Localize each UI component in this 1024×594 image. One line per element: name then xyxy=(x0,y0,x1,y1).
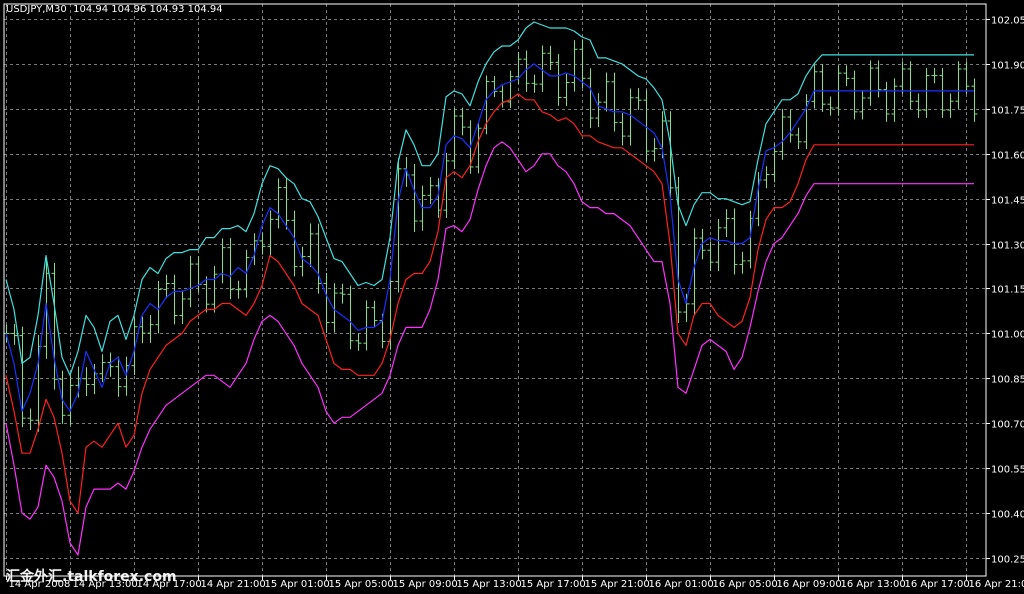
x-tick-label: 16 Apr 21:00 xyxy=(969,579,1024,590)
y-tick-label: 101.45 xyxy=(991,196,1024,207)
x-tick-label: 16 Apr 05:00 xyxy=(713,579,778,590)
x-tick-label: 15 Apr 01:00 xyxy=(265,579,330,590)
x-tick-label: 16 Apr 01:00 xyxy=(649,579,714,590)
y-tick-label: 100.55 xyxy=(991,465,1024,476)
symbol-label: USDJPY,M30 xyxy=(6,4,67,15)
x-tick-label: 16 Apr 09:00 xyxy=(777,579,842,590)
y-tick-label: 100.40 xyxy=(991,510,1024,521)
y-tick-label: 101.00 xyxy=(991,330,1024,341)
y-tick-label: 101.15 xyxy=(991,285,1024,296)
y-tick-label: 100.85 xyxy=(991,375,1024,386)
y-tick-label: 102.05 xyxy=(991,16,1024,27)
watermark: 汇金外汇.talkforex.com xyxy=(6,569,177,585)
x-tick-label: 15 Apr 09:00 xyxy=(393,579,458,590)
x-tick-label: 16 Apr 17:00 xyxy=(905,579,970,590)
price-chart[interactable]: 102.05 101.90 101.75 101.60 101.45 101.30 101.… xyxy=(0,0,1024,594)
y-tick-label: 101.90 xyxy=(991,61,1024,72)
x-tick-label: 16 Apr 13:00 xyxy=(841,579,906,590)
x-tick-label: 15 Apr 21:00 xyxy=(585,579,650,590)
y-tick-label: 101.75 xyxy=(991,106,1024,117)
x-tick-label: 15 Apr 05:00 xyxy=(329,579,394,590)
x-tick-label: 15 Apr 13:00 xyxy=(457,579,522,590)
y-tick-label: 101.60 xyxy=(991,151,1024,162)
x-tick-label: 14 Apr 21:00 xyxy=(201,579,266,590)
y-tick-label: 100.70 xyxy=(991,420,1024,431)
chart-header: USDJPY,M30 104.94 104.96 104.93 104.94 xyxy=(6,4,223,15)
x-tick-label: 15 Apr 17:00 xyxy=(521,579,586,590)
y-tick-label: 101.30 xyxy=(991,241,1024,252)
y-tick-label: 100.25 xyxy=(991,555,1024,566)
ohlc-readout: 104.94 104.96 104.93 104.94 xyxy=(73,4,223,15)
